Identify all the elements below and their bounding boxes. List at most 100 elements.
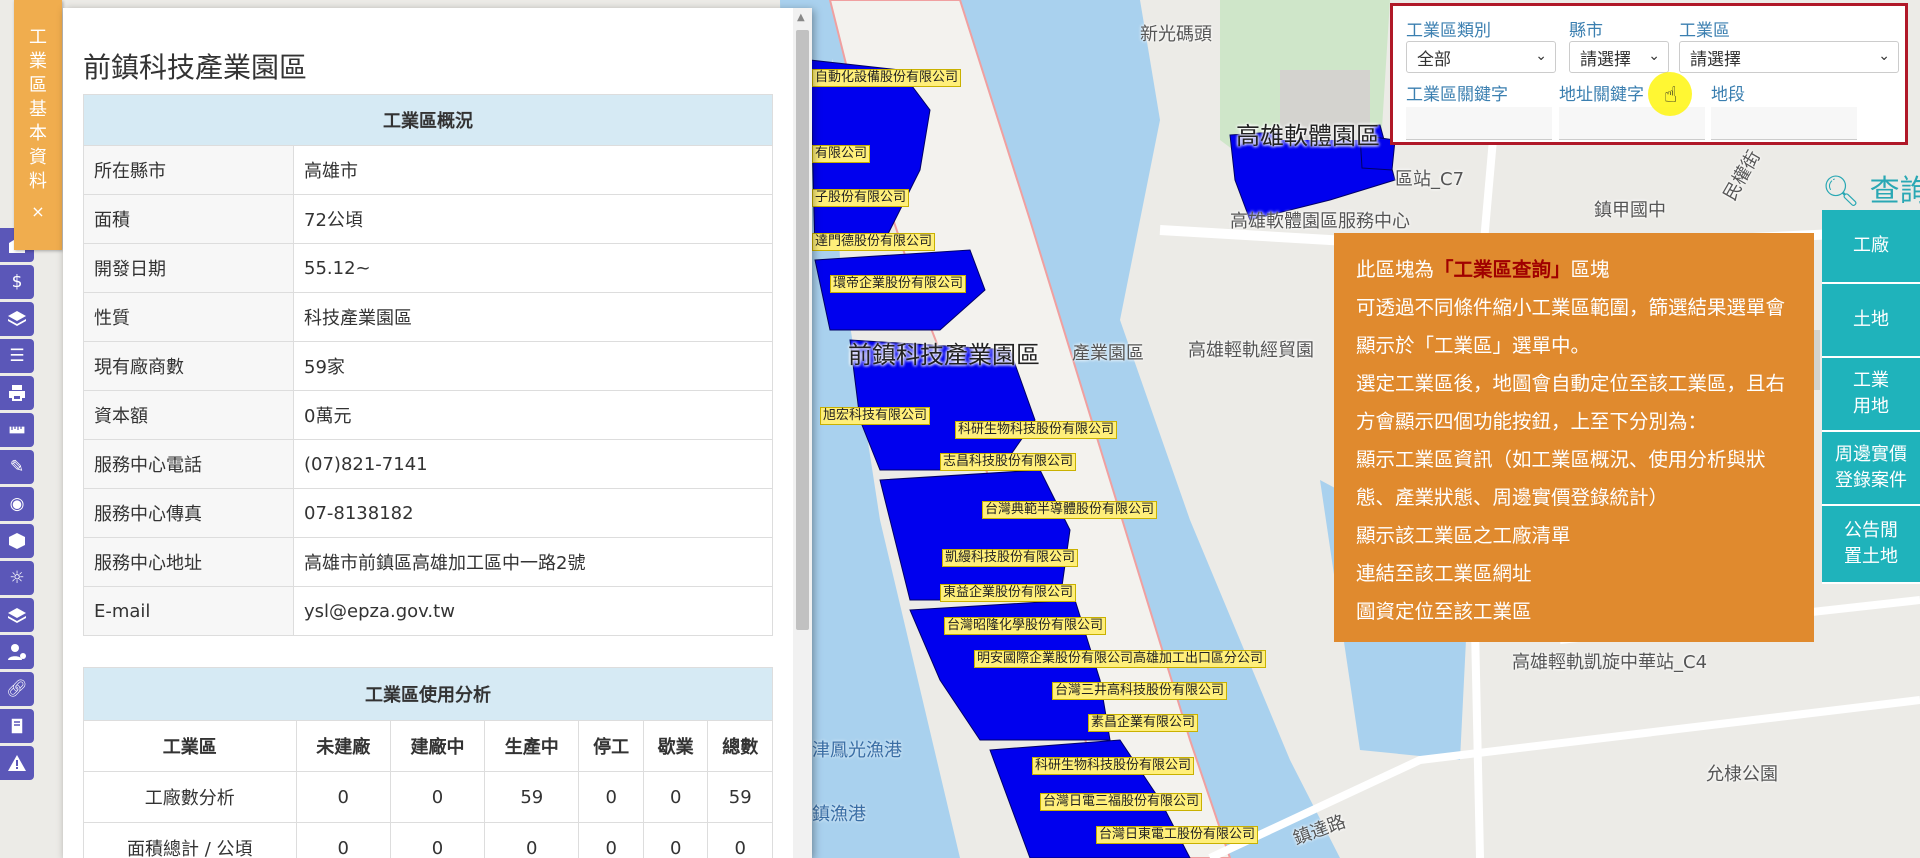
map-label-lrt-trade: 高雄輕軌經貿園: [1188, 340, 1314, 361]
table-row: 性質 科技產業園區: [83, 292, 773, 342]
table-row: 服務中心地址 高雄市前鎮區高雄加工區中一路2號: [83, 537, 773, 587]
county-label: 縣市: [1569, 21, 1603, 41]
sun-icon[interactable]: ☼: [0, 561, 34, 595]
overview-value: 高雄市: [293, 145, 773, 195]
park-label: 工業區: [1679, 21, 1730, 41]
land-section-input[interactable]: [1711, 107, 1857, 140]
usage-column-header: 生產中: [484, 720, 580, 772]
usage-column-header: 停工: [578, 720, 644, 772]
company-label[interactable]: 台灣日電三福股份有限公司: [1040, 793, 1203, 811]
list-icon[interactable]: ☰: [0, 339, 34, 373]
overview-value: 59家: [293, 341, 773, 391]
cube-icon[interactable]: [0, 524, 34, 558]
nearby-transactions-button[interactable]: 周邊實價登錄案件: [1822, 432, 1920, 506]
usage-cell: 0: [642, 822, 709, 858]
overview-key: 服務中心傳真: [83, 488, 294, 538]
idle-land-button[interactable]: 公告閒置土地: [1822, 506, 1920, 584]
park-select-value: 請選擇: [1690, 49, 1741, 70]
overview-table: 工業區概況 所在縣市 高雄市 面積 72公頃 開發日期 55.12~ 性質 科技產業園區 現有廠…: [83, 94, 773, 636]
usage-column-header: 建廠中: [389, 720, 486, 772]
usage-cell: 0: [484, 822, 580, 858]
company-label[interactable]: 素昌企業有限公司: [1088, 714, 1199, 732]
tip-line: 顯示該工業區之工廠清單: [1356, 524, 1571, 547]
table-row: 服務中心電話 (07)821-7141: [83, 439, 773, 489]
overview-key: E-mail: [83, 586, 294, 636]
usage-caption: 工業區使用分析: [83, 667, 773, 721]
address-keyword-label: 地址關鍵字: [1559, 85, 1644, 105]
print-icon[interactable]: [0, 376, 34, 410]
table-row: 所在縣市 高雄市: [83, 145, 773, 195]
company-label[interactable]: 子股份有限公司: [812, 189, 910, 207]
ruler-icon[interactable]: [0, 413, 34, 447]
basic-info-tab[interactable]: 工業區基本資料 ×: [14, 0, 62, 250]
overview-key: 面積: [83, 194, 294, 244]
chevron-down-icon: ⌄: [1878, 48, 1890, 64]
company-label[interactable]: 科研生物科技股份有限公司: [1032, 757, 1195, 775]
map-label-industrial-park: 產業園區: [1072, 343, 1144, 364]
usage-column-header: 歇業: [642, 720, 709, 772]
park-keyword-input[interactable]: [1406, 107, 1552, 140]
company-label[interactable]: 達門德股份有限公司: [812, 233, 936, 251]
company-label[interactable]: 志昌科技股份有限公司: [940, 453, 1077, 471]
company-label[interactable]: 環帝企業股份有限公司: [830, 275, 967, 293]
pencil-icon[interactable]: ✎: [0, 450, 34, 484]
company-label[interactable]: 台灣三井高科技股份有限公司: [1052, 682, 1228, 700]
factory-button[interactable]: 工廠: [1822, 210, 1920, 284]
company-label[interactable]: 科研生物科技股份有限公司: [955, 421, 1118, 439]
search-button[interactable]: 🔍︎ 查詢: [1822, 166, 1920, 210]
help-tooltip: 此區塊為「工業區查詢」區塊 可透過不同條件縮小工業區範圍，篩選結果選單會顯示於「…: [1334, 233, 1814, 642]
usage-cell: 0: [295, 822, 391, 858]
company-label[interactable]: 凱縵科技股份有限公司: [942, 549, 1079, 567]
left-toolbar: $ ☰ ✎ ◉ ☼ 🔗︎: [0, 228, 36, 783]
overview-value: 55.12~: [293, 243, 773, 293]
address-keyword-input[interactable]: [1559, 107, 1705, 140]
layers-icon[interactable]: [0, 302, 34, 336]
usage-cell: 0: [578, 771, 644, 823]
county-select[interactable]: 請選擇 ⌄: [1569, 41, 1669, 73]
usage-cell: 0: [707, 822, 773, 858]
company-label[interactable]: 有限公司: [812, 145, 871, 163]
industrial-land-button[interactable]: 工業用地: [1822, 358, 1920, 432]
land-button[interactable]: 土地: [1822, 284, 1920, 358]
company-label[interactable]: 明安國際企業股份有限公司高雄加工出口區分公司: [974, 650, 1267, 668]
map-label-fishing-port-2: 鎮漁港: [812, 804, 866, 825]
park-select[interactable]: 請選擇 ⌄: [1679, 41, 1899, 73]
scroll-up-arrow-icon[interactable]: ▲: [797, 12, 805, 23]
overview-value: 07-8138182: [293, 488, 773, 538]
company-label[interactable]: 自動化設備股份有限公司: [812, 69, 962, 87]
table-row: 開發日期 55.12~: [83, 243, 773, 293]
company-label[interactable]: 旭宏科技有限公司: [820, 407, 931, 425]
tip-line: 可透過不同條件縮小工業區範圍，篩選結果選單會顯示於「工業區」選單中。: [1356, 296, 1786, 357]
map-label-school: 鎮甲國中: [1594, 200, 1666, 221]
overview-key: 性質: [83, 292, 294, 342]
stack-icon[interactable]: [0, 598, 34, 632]
company-label[interactable]: 台灣典範半導體股份有限公司: [982, 501, 1158, 519]
book-icon[interactable]: [0, 709, 34, 743]
warning-icon[interactable]: [0, 746, 34, 780]
overview-value: 科技產業園區: [293, 292, 773, 342]
category-label: 工業區類別: [1406, 21, 1491, 41]
overview-key: 服務中心地址: [83, 537, 294, 587]
table-row: 現有廠商數 59家: [83, 341, 773, 391]
hand-cursor-icon: ☝︎: [1664, 83, 1678, 108]
tip-line: 顯示工業區資訊（如工業區概況、使用分析與狀態、產業狀態、周邊實價登錄統計）: [1356, 448, 1766, 509]
company-label[interactable]: 東益企業股份有限公司: [940, 584, 1077, 602]
company-label[interactable]: 台灣日東電工股份有限公司: [1096, 826, 1259, 844]
user-gear-icon[interactable]: [0, 635, 34, 669]
company-label[interactable]: 台灣昭隆化學股份有限公司: [944, 617, 1107, 635]
tip-line: 連結至該工業區網址: [1356, 562, 1532, 585]
overview-key: 開發日期: [83, 243, 294, 293]
map-label-lrt-c4: 高雄輕軌凱旋中華站_C4: [1512, 652, 1708, 673]
panel-scrollbar[interactable]: ▲: [793, 8, 812, 858]
eye-icon[interactable]: ◉: [0, 487, 34, 521]
industrial-park-search-form: 工業區類別 全部 ⌄ 縣市 請選擇 ⌄ 工業區 請選擇 ⌄ 工業區關鍵字 地址關…: [1390, 3, 1908, 145]
dollar-icon[interactable]: $: [0, 265, 34, 299]
close-icon[interactable]: ×: [14, 200, 62, 224]
category-select[interactable]: 全部 ⌄: [1406, 41, 1556, 73]
overview-value: (07)821-7141: [293, 439, 773, 489]
search-label-text: 查詢: [1869, 174, 1920, 209]
scrollbar-thumb[interactable]: [796, 30, 809, 630]
usage-cell: 0: [389, 771, 486, 823]
link-icon[interactable]: 🔗︎: [0, 672, 34, 706]
usage-cell: 面積總計 / 公頃: [83, 822, 297, 858]
